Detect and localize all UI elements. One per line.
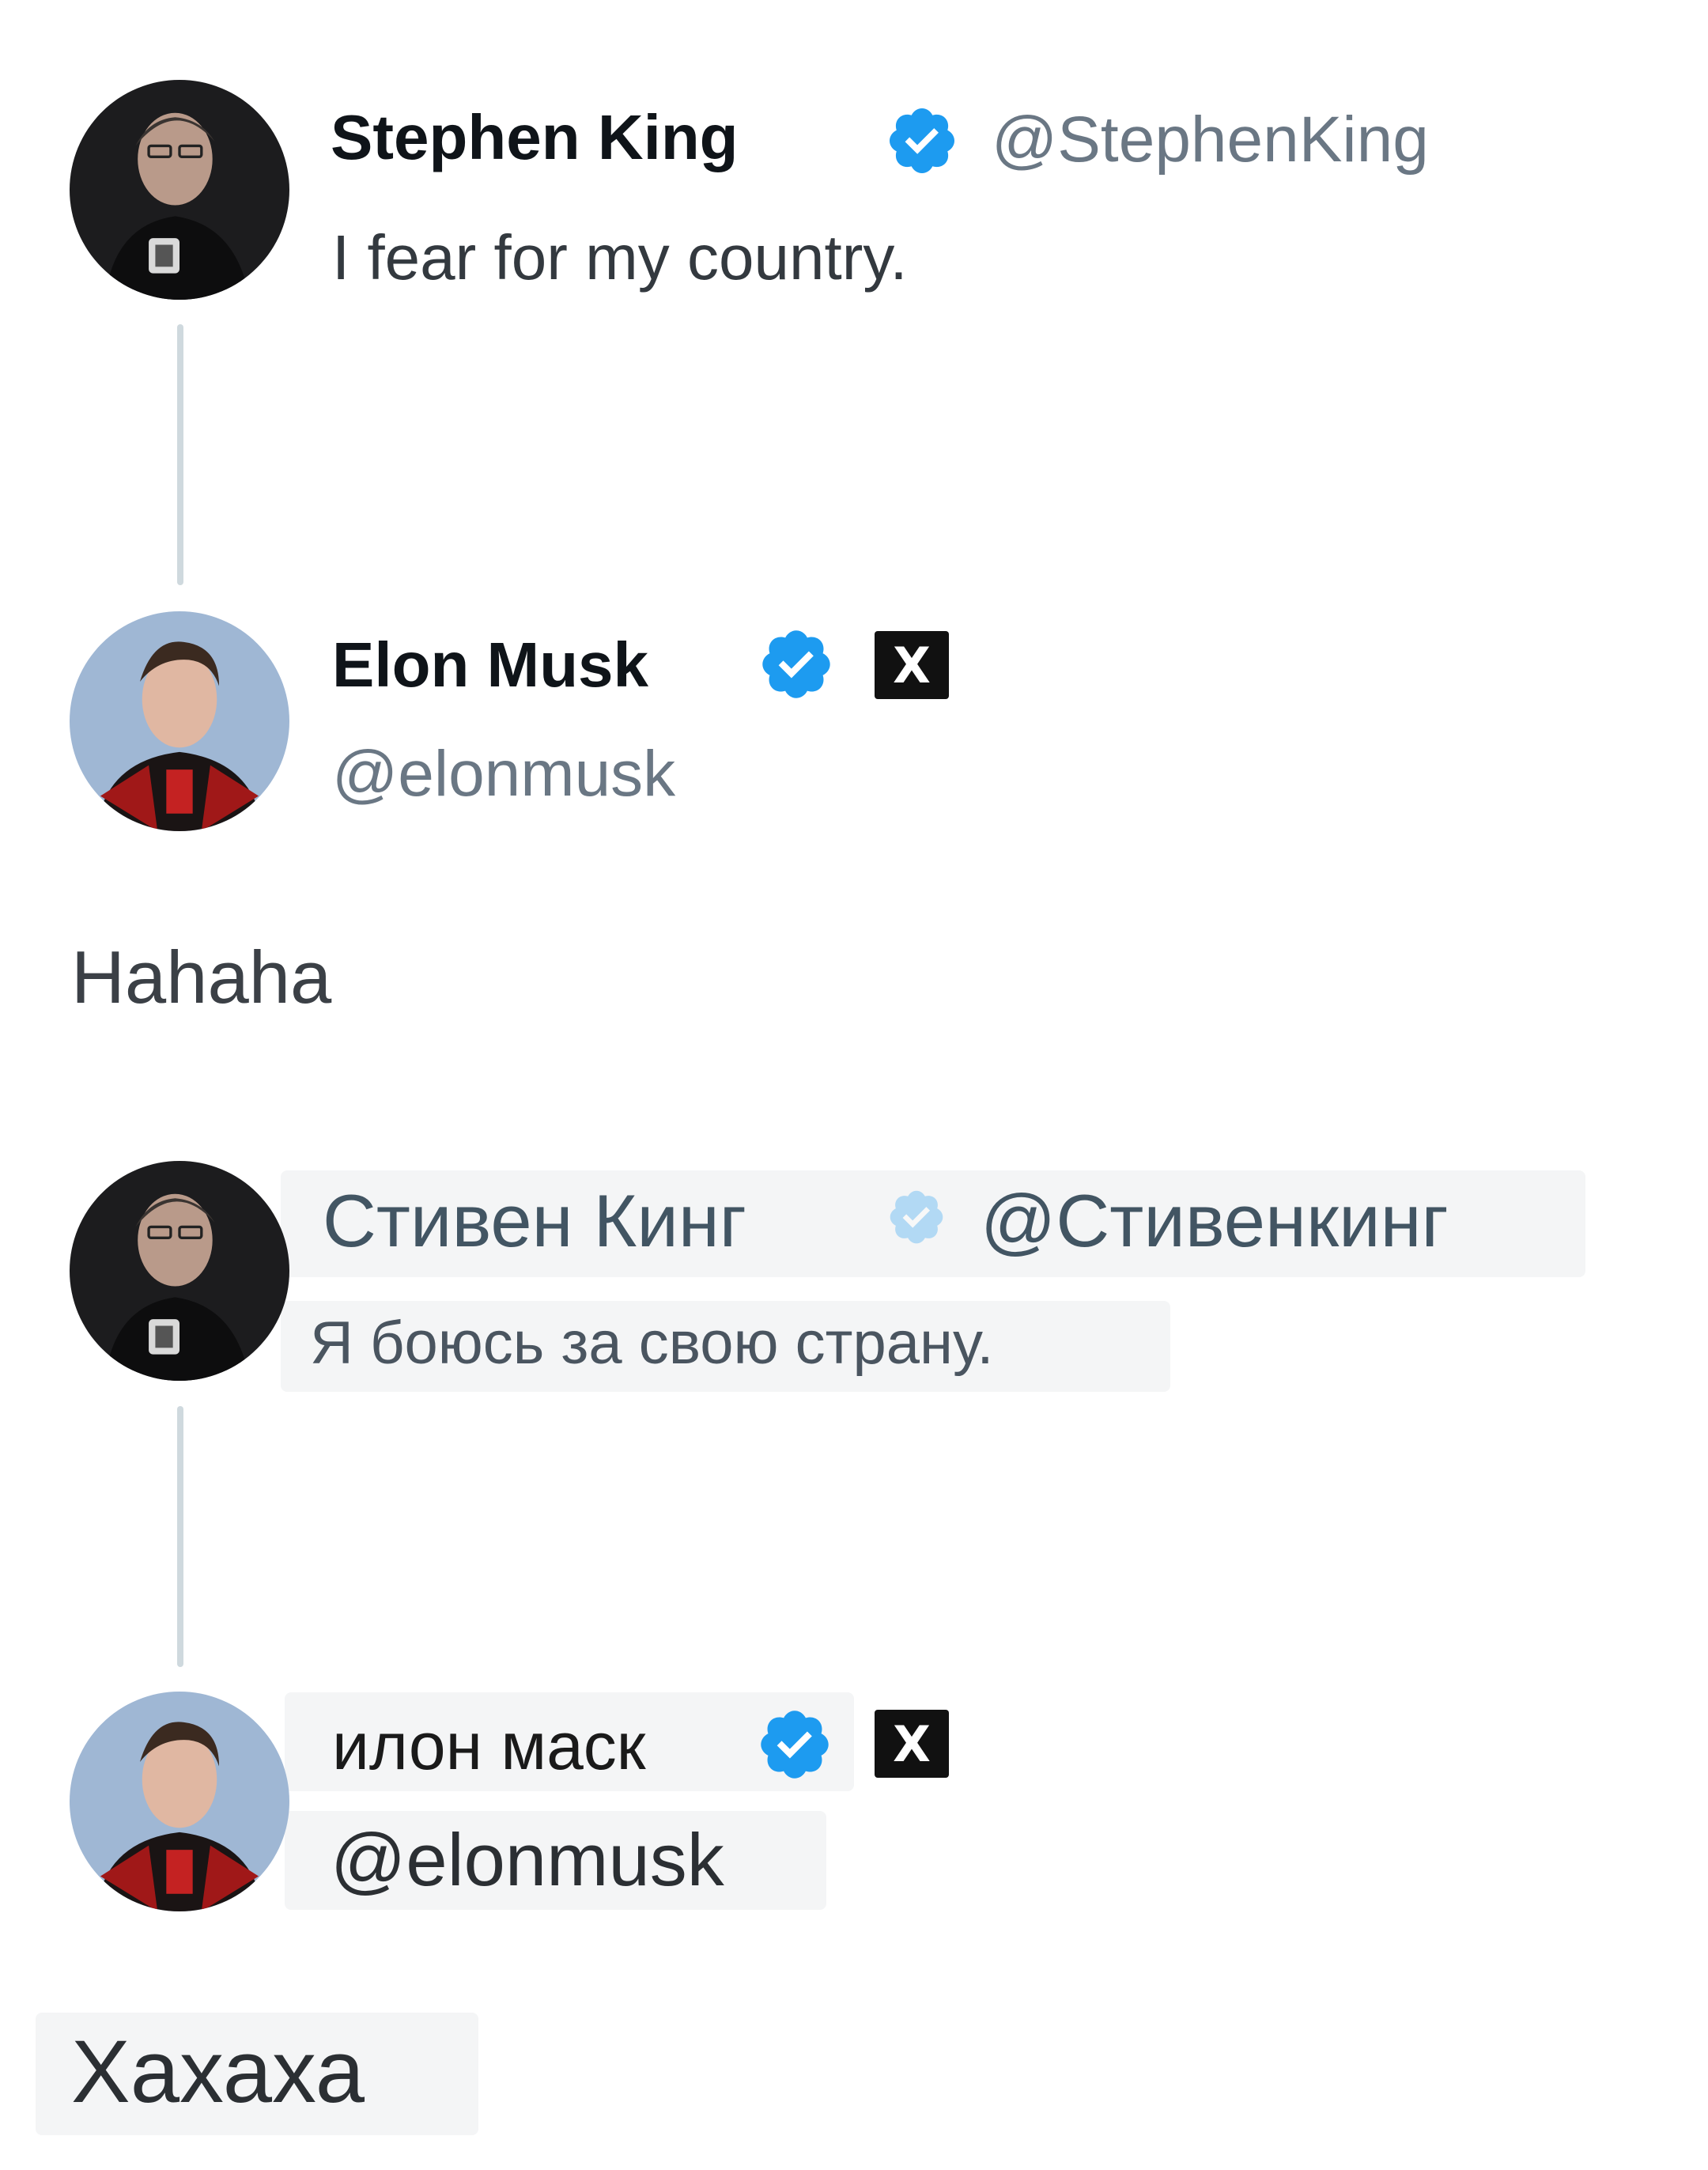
tweet-author-name[interactable]: Stephen King xyxy=(331,101,739,174)
avatar-elon-musk[interactable] xyxy=(70,1692,289,1911)
x-logo-icon: X xyxy=(875,631,949,699)
tweet-author-handle[interactable]: @StephenKing xyxy=(992,103,1429,177)
verified-badge-icon xyxy=(757,625,836,704)
thread-connector-line xyxy=(177,324,183,585)
reply-text: Hahaha xyxy=(71,936,332,1019)
reply-author-handle[interactable]: @elonmusk xyxy=(331,1817,724,1903)
reply-text: Хахаха xyxy=(71,2022,365,2121)
tweet-text: Я боюсь за свою страну. xyxy=(310,1310,994,1377)
tweet-author-name[interactable]: Стивен Кинг xyxy=(323,1178,746,1264)
avatar-stephen-king[interactable] xyxy=(70,1161,289,1381)
x-logo-icon: X xyxy=(875,1710,949,1778)
reply-author-name[interactable]: илон маск xyxy=(332,1708,646,1785)
verified-badge-icon xyxy=(886,1186,947,1248)
tweet-text: I fear for my country. xyxy=(332,222,908,293)
reply-author-handle[interactable]: @elonmusk xyxy=(332,737,675,811)
avatar-stephen-king[interactable] xyxy=(70,80,289,300)
tweet-author-handle[interactable]: @Стивенкинг xyxy=(981,1178,1449,1264)
reply-author-name[interactable]: Elon Musk xyxy=(332,629,648,701)
thread-connector-line xyxy=(177,1406,183,1667)
avatar-elon-musk[interactable] xyxy=(70,611,289,831)
verified-badge-icon xyxy=(755,1705,834,1784)
verified-badge-icon xyxy=(884,103,960,179)
